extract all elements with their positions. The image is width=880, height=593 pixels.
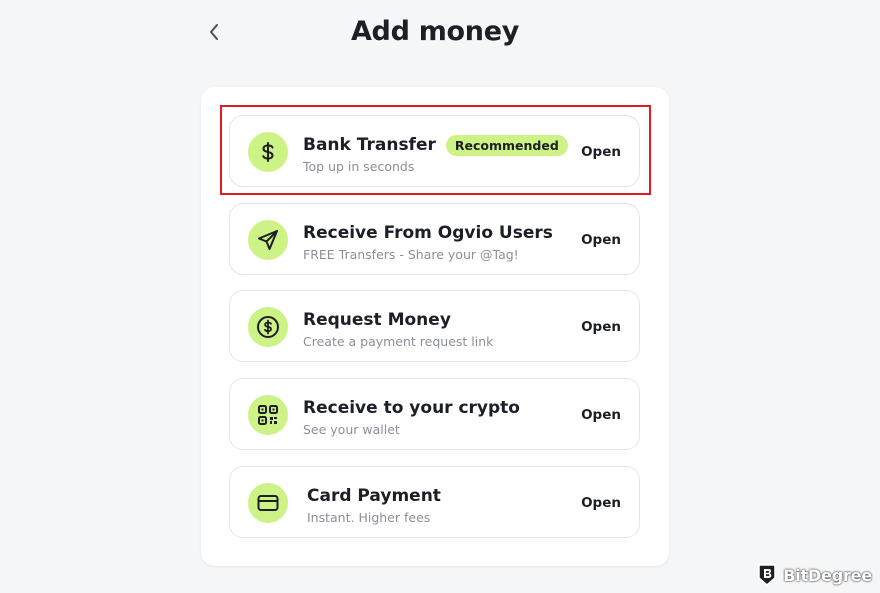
recommended-badge: Recommended (445, 134, 568, 156)
send-icon (248, 220, 288, 260)
option-title: Bank Transfer (303, 135, 436, 155)
option-subtitle: Instant. Higher fees (307, 510, 431, 525)
option-title: Card Payment (307, 486, 441, 506)
option-receive-from-users[interactable]: Receive From Ogvio Users FREE Transfers … (229, 203, 640, 275)
open-button[interactable]: Open (581, 144, 621, 160)
option-receive-crypto[interactable]: Receive to your crypto See your wallet O… (229, 378, 640, 450)
open-button[interactable]: Open (581, 407, 621, 423)
option-subtitle: See your wallet (303, 422, 400, 437)
option-subtitle: FREE Transfers - Share your @Tag! (303, 247, 519, 262)
credit-card-icon (248, 483, 288, 523)
option-card-payment[interactable]: Card Payment Instant. Higher fees Open (229, 466, 640, 538)
qr-code-icon (248, 395, 288, 435)
options-panel: Bank Transfer Recommended Top up in seco… (201, 87, 669, 566)
open-button[interactable]: Open (581, 319, 621, 335)
dollar-circle-icon (248, 307, 288, 347)
option-title: Receive to your crypto (303, 398, 520, 418)
page-title: Add money (350, 16, 520, 47)
option-request-money[interactable]: Request Money Create a payment request l… (229, 290, 640, 362)
option-title: Request Money (303, 310, 451, 330)
open-button[interactable]: Open (581, 495, 621, 511)
option-subtitle: Top up in seconds (303, 159, 415, 174)
option-bank-transfer[interactable]: Bank Transfer Recommended Top up in seco… (229, 115, 640, 187)
option-subtitle: Create a payment request link (303, 334, 494, 349)
dollar-icon (248, 132, 288, 172)
watermark-text: BitDegree (783, 565, 872, 585)
option-title: Receive From Ogvio Users (303, 223, 553, 243)
watermark: BitDegree (756, 563, 872, 587)
open-button[interactable]: Open (581, 232, 621, 248)
bitdegree-logo-icon (758, 564, 777, 586)
